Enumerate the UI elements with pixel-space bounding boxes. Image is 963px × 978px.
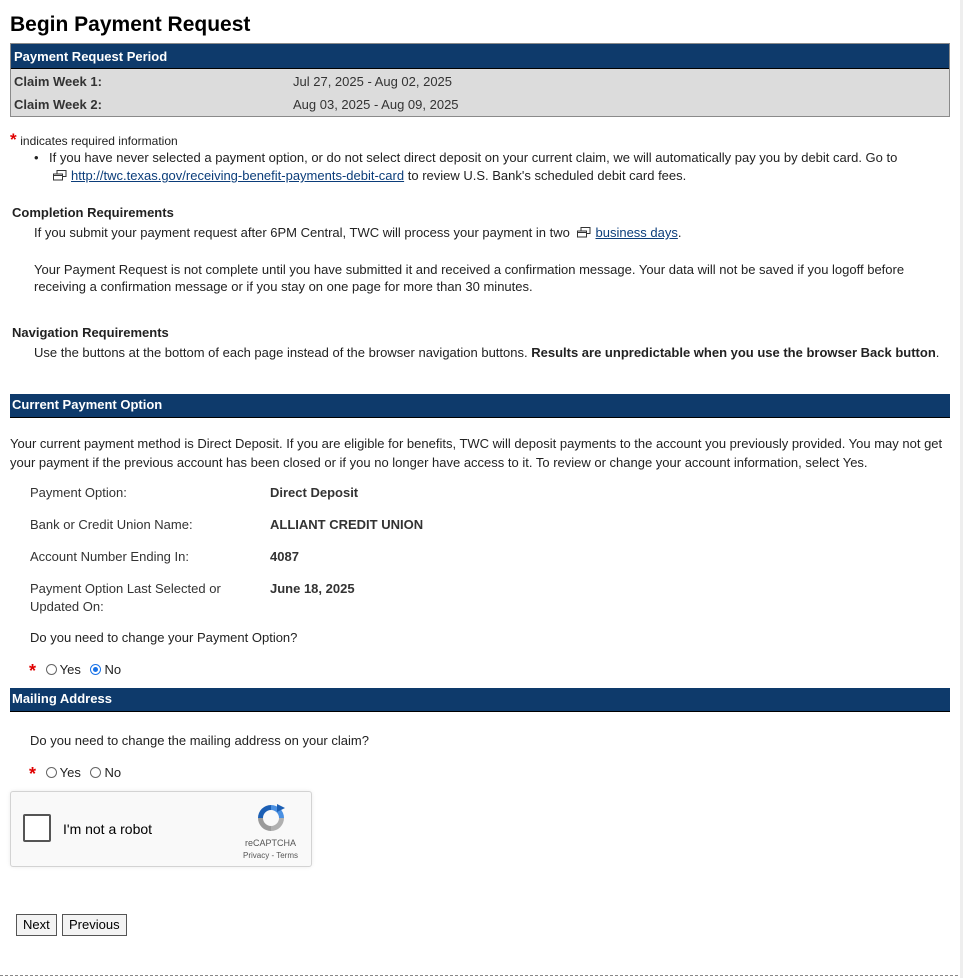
payment-change-yes-radio[interactable] xyxy=(45,664,57,675)
change-payment-question: Do you need to change your Payment Optio… xyxy=(30,630,298,645)
recaptcha-privacy-link[interactable]: Privacy xyxy=(243,851,269,860)
change-address-question: Do you need to change the mailing addres… xyxy=(30,733,369,748)
required-note-text: indicates required information xyxy=(20,134,178,148)
payment-option-label: Payment Option: xyxy=(30,485,127,500)
required-star: * xyxy=(29,764,37,784)
payment-change-yes-label[interactable]: Yes xyxy=(60,662,81,677)
account-number-label: Account Number Ending In: xyxy=(30,549,189,564)
business-days-link[interactable]: business days xyxy=(595,225,677,240)
payment-option-value: Direct Deposit xyxy=(270,485,359,500)
mailing-address-heading: Mailing Address xyxy=(10,688,950,712)
previous-button[interactable]: Previous xyxy=(62,914,127,936)
completion-heading: Completion Requirements xyxy=(12,205,174,220)
payment-change-no-label[interactable]: No xyxy=(104,662,121,677)
debit-card-fees-link[interactable]: http://twc.texas.gov/receiving-benefit-p… xyxy=(71,168,404,183)
payment-request-period: Payment Request Period Claim Week 1: Jul… xyxy=(10,43,950,117)
recaptcha-brand: reCAPTCHA xyxy=(245,838,297,848)
current-payment-description: Your current payment method is Direct De… xyxy=(10,436,943,470)
recaptcha-label: I'm not a robot xyxy=(63,821,153,837)
recaptcha-checkbox[interactable] xyxy=(23,814,51,842)
recaptcha-terms-link[interactable]: Terms xyxy=(276,851,298,860)
external-window-icon xyxy=(577,227,591,238)
address-change-yes-label[interactable]: Yes xyxy=(60,765,81,780)
account-number-value: 4087 xyxy=(270,549,299,564)
claim-week-1-label: Claim Week 1: xyxy=(14,74,102,89)
address-change-yes-radio[interactable] xyxy=(45,767,57,778)
address-change-no-label[interactable]: No xyxy=(104,765,121,780)
change-payment-radio-group: * Yes No xyxy=(29,658,121,681)
navigation-heading: Navigation Requirements xyxy=(12,325,169,340)
footer-divider xyxy=(0,975,963,976)
last-updated-label: Payment Option Last Selected or Updated … xyxy=(30,581,221,614)
completion-para2: Your Payment Request is not complete unt… xyxy=(34,262,905,294)
navigation-text: Use the buttons at the bottom of each pa… xyxy=(34,345,940,360)
required-star: * xyxy=(29,661,37,681)
current-payment-heading: Current Payment Option xyxy=(10,394,950,418)
page-title: Begin Payment Request xyxy=(10,13,251,36)
required-star: * xyxy=(10,130,17,149)
change-address-radio-group: * Yes No xyxy=(29,761,121,784)
next-button[interactable]: Next xyxy=(16,914,57,936)
recaptcha-links: Privacy - Terms xyxy=(243,851,298,860)
claim-week-2-label: Claim Week 2: xyxy=(14,97,102,112)
period-heading: Payment Request Period xyxy=(11,44,949,69)
bank-name-value: ALLIANT CREDIT UNION xyxy=(270,517,424,532)
completion-line1: If you submit your payment request after… xyxy=(34,225,682,240)
recaptcha-logo-icon xyxy=(258,804,285,831)
debit-notice-after: to review U.S. Bank's scheduled debit ca… xyxy=(407,168,687,183)
address-change-no-radio[interactable] xyxy=(90,767,102,778)
claim-week-2-value: Aug 03, 2025 - Aug 09, 2025 xyxy=(293,97,459,112)
required-note: * indicates required information xyxy=(10,130,178,150)
debit-card-notice: • If you have never selected a payment o… xyxy=(34,150,898,183)
payment-change-no-radio[interactable] xyxy=(90,664,102,675)
recaptcha-widget: I'm not a robot reCAPTCHA Privacy - Term… xyxy=(10,791,312,867)
claim-week-1-value: Jul 27, 2025 - Aug 02, 2025 xyxy=(293,74,453,89)
last-updated-value: June 18, 2025 xyxy=(270,581,355,596)
bank-name-label: Bank or Credit Union Name: xyxy=(30,517,193,532)
debit-notice-text: If you have never selected a payment opt… xyxy=(49,150,898,165)
external-window-icon xyxy=(53,170,67,181)
